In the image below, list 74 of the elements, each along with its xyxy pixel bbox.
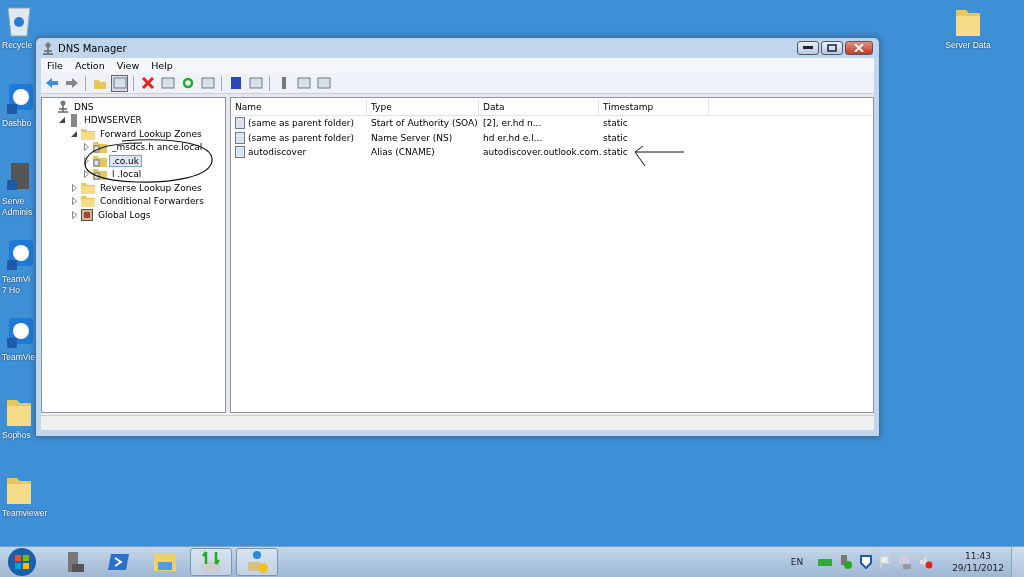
table-cell: autodiscover [248, 147, 307, 158]
start-button[interactable] [6, 547, 38, 577]
dns-icon [57, 100, 69, 114]
help-icon [228, 76, 243, 90]
shield-check-icon[interactable] [839, 555, 854, 569]
tree-item[interactable]: l .local [110, 169, 144, 180]
tree-item[interactable]: _msdcs.h ance.local [110, 142, 205, 153]
dns-icon [42, 41, 54, 55]
shield-icon[interactable] [860, 555, 873, 569]
transfer-icon [198, 550, 224, 574]
window-title: DNS Manager [58, 42, 127, 54]
table-cell-text: Alias (CNAME) [370, 147, 436, 158]
clock[interactable]: 11:43 29/11/2012 [952, 550, 1004, 574]
zone-folder-icon [93, 168, 107, 181]
console-tree-button[interactable] [111, 74, 128, 92]
zone-folder-icon [93, 141, 107, 154]
delete-button[interactable] [139, 74, 156, 92]
table-cell-text: hd er.hd e.l... [482, 132, 544, 143]
muted-speaker-icon[interactable] [919, 555, 934, 569]
app-icon[interactable] [5, 238, 33, 272]
language-indicator[interactable]: EN [790, 557, 804, 567]
app-icon[interactable] [5, 316, 33, 350]
maximize-icon [827, 44, 837, 52]
column-header[interactable]: Type [367, 98, 479, 115]
tree-item[interactable]: .co.uk [110, 155, 141, 166]
menu-item[interactable]: Help [151, 60, 173, 71]
menu-item[interactable]: File [47, 60, 63, 71]
tree-item[interactable]: Conditional Forwarders [98, 196, 206, 207]
folder-icon [81, 127, 95, 140]
logs-icon [81, 208, 93, 221]
expand-icon[interactable] [83, 156, 89, 165]
arrow-annotation [633, 146, 685, 168]
folder-icon [81, 195, 95, 208]
show-desktop-button[interactable] [1011, 547, 1024, 577]
table-cell-text: static [602, 118, 629, 129]
tree-item[interactable]: Global Logs [96, 209, 153, 220]
table-cell: (same as parent folder) [248, 118, 354, 129]
back-icon [44, 76, 59, 90]
menu-item[interactable]: View [116, 60, 140, 71]
minimize-icon [803, 46, 813, 50]
recycle-bin-icon[interactable] [5, 4, 33, 38]
table-cell-text: static [602, 147, 629, 158]
column-header[interactable]: Timestamp [599, 98, 709, 115]
app-icon[interactable] [5, 82, 33, 116]
tree-item[interactable]: HDWSERVER [82, 115, 144, 126]
table-cell-text: [2], er.hd n... [482, 118, 543, 129]
column-header[interactable]: Name [231, 98, 367, 115]
tree-item[interactable]: Reverse Lookup Zones [98, 182, 204, 193]
table-cell-text: Name Server (NS) [370, 132, 454, 143]
table-cell-text: autodiscover.outlook.com. [482, 147, 599, 158]
menu-item[interactable]: Action [74, 60, 105, 71]
tree-item[interactable]: Forward Lookup Zones [98, 128, 204, 139]
network-card-icon[interactable] [818, 557, 833, 567]
table-cell-text: static [602, 132, 629, 143]
column-header[interactable]: Data [479, 98, 599, 115]
delete-icon [140, 76, 155, 90]
collapse-icon[interactable] [71, 130, 77, 137]
taskbar-network-button[interactable] [236, 548, 278, 576]
table-cell-text: Start of Authority (SOA) [370, 118, 479, 129]
server-icon [69, 113, 79, 127]
table-cell: (same as parent folder) [248, 132, 354, 143]
tree-item[interactable]: DNS [72, 101, 96, 112]
forward-icon [64, 76, 79, 90]
refresh-icon [180, 76, 195, 90]
close-icon [854, 44, 864, 52]
collapse-icon[interactable] [59, 117, 65, 124]
minimize-button[interactable] [797, 41, 819, 55]
zone-folder-icon [93, 154, 107, 167]
console-tree-icon [112, 76, 127, 90]
maximize-button[interactable] [821, 41, 843, 55]
close-button[interactable] [845, 41, 873, 55]
expand-icon[interactable] [83, 170, 89, 179]
folder-icon [81, 181, 95, 194]
taskbar-transfer-button[interactable] [190, 548, 232, 576]
